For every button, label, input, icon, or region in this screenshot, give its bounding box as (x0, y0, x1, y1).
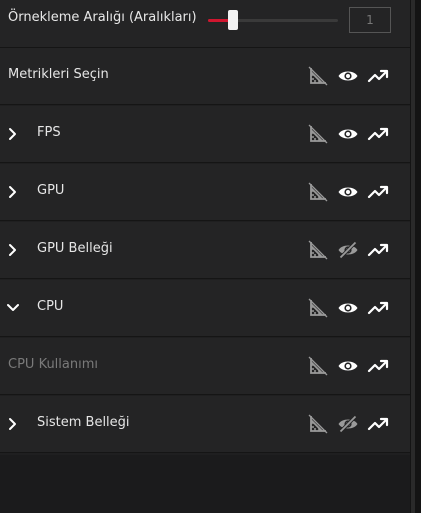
chevron-right-icon[interactable] (7, 242, 19, 256)
ruler-icon[interactable] (307, 239, 329, 261)
eye-icon[interactable] (337, 355, 359, 377)
metric-label: GPU Belleği (37, 241, 113, 256)
metric-actions (307, 239, 393, 263)
chevron-right-icon[interactable] (7, 126, 19, 140)
metric-row[interactable]: GPU Belleği (0, 222, 410, 279)
metric-row[interactable]: CPU (0, 280, 410, 337)
metric-actions (307, 65, 393, 89)
eye-icon[interactable] (337, 65, 359, 87)
chevron-right-icon[interactable] (7, 184, 19, 198)
ruler-icon[interactable] (307, 297, 329, 319)
chevron-down-icon[interactable] (7, 300, 19, 314)
metric-label: GPU (37, 183, 65, 198)
metrics-panel: Örnekleme Aralığı (Aralıkları) 1 Metrikl… (0, 0, 410, 513)
metric-label: Metrikleri Seçin (8, 67, 109, 82)
metric-actions (307, 123, 393, 147)
eye-icon[interactable] (337, 297, 359, 319)
trend-up-icon[interactable] (367, 239, 389, 261)
metric-label: CPU (37, 299, 64, 314)
metric-label: CPU Kullanımı (8, 357, 98, 372)
metric-actions (307, 413, 393, 437)
eye-icon[interactable] (337, 181, 359, 203)
ruler-icon[interactable] (307, 123, 329, 145)
eye-off-icon[interactable] (337, 413, 359, 435)
ruler-icon[interactable] (307, 65, 329, 87)
scrollbar-thumb[interactable] (411, 0, 415, 513)
sampling-interval-slider[interactable] (208, 10, 338, 30)
sampling-interval-value-input[interactable]: 1 (349, 7, 391, 33)
sampling-interval-label: Örnekleme Aralığı (Aralıkları) (8, 10, 197, 25)
ruler-icon[interactable] (307, 181, 329, 203)
eye-off-icon[interactable] (337, 239, 359, 261)
metric-row[interactable]: FPS (0, 106, 410, 163)
metric-row: CPU Kullanımı (0, 338, 410, 395)
trend-up-icon[interactable] (367, 123, 389, 145)
metric-actions (307, 297, 393, 321)
chevron-right-icon[interactable] (7, 416, 19, 430)
sampling-interval-row: Örnekleme Aralığı (Aralıkları) 1 (0, 0, 410, 48)
metric-row: Metrikleri Seçin (0, 48, 410, 105)
trend-up-icon[interactable] (367, 355, 389, 377)
empty-area (0, 455, 410, 513)
slider-thumb[interactable] (228, 10, 238, 30)
eye-icon[interactable] (337, 123, 359, 145)
trend-up-icon[interactable] (367, 181, 389, 203)
trend-up-icon[interactable] (367, 413, 389, 435)
ruler-icon[interactable] (307, 355, 329, 377)
metric-actions (307, 181, 393, 205)
metric-row[interactable]: GPU (0, 164, 410, 221)
trend-up-icon[interactable] (367, 297, 389, 319)
metric-label: FPS (37, 125, 61, 140)
metric-label: Sistem Belleği (37, 415, 130, 430)
trend-up-icon[interactable] (367, 65, 389, 87)
metric-row[interactable]: Sistem Belleği (0, 396, 410, 453)
scrollbar[interactable] (410, 0, 421, 513)
ruler-icon[interactable] (307, 413, 329, 435)
metric-actions (307, 355, 393, 379)
